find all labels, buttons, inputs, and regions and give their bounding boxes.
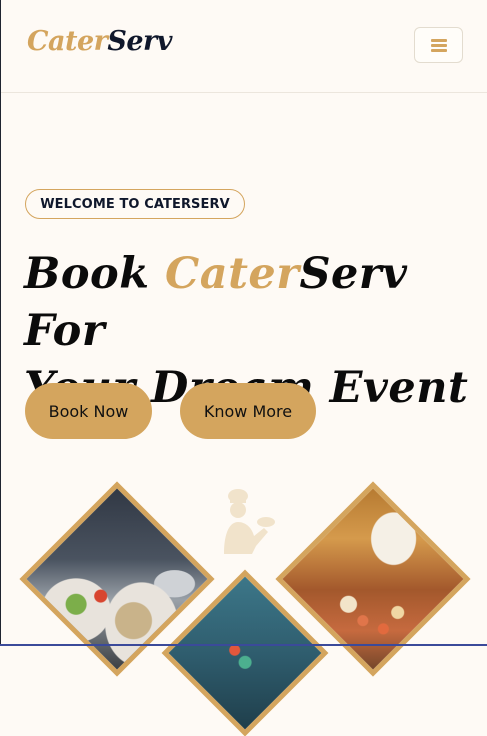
window-left-edge	[0, 0, 1, 646]
chef-icon	[224, 489, 275, 554]
hero-title-accent: Cater	[164, 249, 300, 299]
welcome-badge: WELCOME TO CATERSERV	[25, 189, 245, 219]
logo-accent-text: Cater	[27, 26, 108, 57]
site-header: CaterServ	[1, 0, 487, 93]
book-now-button[interactable]: Book Now	[25, 383, 152, 439]
logo-dark-text: Serv	[107, 26, 172, 57]
site-logo[interactable]: CaterServ	[27, 28, 172, 55]
know-more-button[interactable]: Know More	[180, 383, 316, 439]
hamburger-menu-icon	[430, 38, 447, 52]
hero-title-part1: Book	[24, 249, 165, 299]
menu-toggle-button[interactable]	[414, 27, 463, 63]
